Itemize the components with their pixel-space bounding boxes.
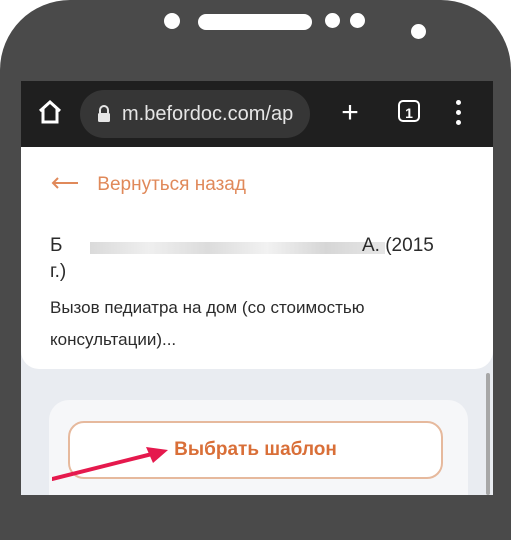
name-end: А. (2015	[362, 235, 434, 256]
patient-name: Б А. (2015 г.)	[50, 233, 470, 285]
choose-template-label: Выбрать шаблон	[174, 439, 337, 460]
camera-dot-left	[164, 13, 180, 29]
back-label: Вернуться назад	[97, 174, 246, 195]
lock-icon	[98, 105, 110, 122]
tab-count-button[interactable]: 1	[398, 100, 420, 122]
menu-dot	[456, 100, 461, 105]
consultation-card: Вернуться назад Б А. (2015 г.) Вызов пед…	[21, 147, 493, 369]
new-tab-button[interactable]: +	[335, 95, 365, 131]
phone-sensor-dot	[411, 24, 426, 39]
consultation-description: Вызов педиатра на дом (со стоимостью кон…	[50, 298, 365, 349]
scrollbar[interactable]	[486, 373, 490, 495]
phone-screen: m.befordoc.com/ap + 1 Вернуться назад Б …	[21, 81, 493, 495]
menu-dot	[456, 110, 461, 115]
phone-speaker	[198, 14, 312, 30]
home-icon[interactable]	[36, 98, 64, 126]
arrow-left-icon	[51, 177, 78, 189]
phone-frame: m.befordoc.com/ap + 1 Вернуться назад Б …	[0, 0, 511, 540]
more-menu-icon[interactable]	[453, 98, 463, 128]
blurred-name	[90, 242, 385, 254]
back-link[interactable]: Вернуться назад	[50, 174, 246, 196]
name-start: Б	[50, 235, 63, 256]
name-line2: г.)	[50, 261, 67, 282]
red-pointer-arrow	[52, 447, 168, 481]
browser-toolbar: m.befordoc.com/ap + 1	[21, 81, 493, 147]
url-text: m.befordoc.com/ap	[122, 103, 294, 125]
menu-dot	[456, 120, 461, 125]
camera-dot-right-1	[325, 13, 340, 28]
address-bar[interactable]: m.befordoc.com/ap	[80, 90, 310, 138]
camera-dot-right-2	[350, 13, 365, 28]
